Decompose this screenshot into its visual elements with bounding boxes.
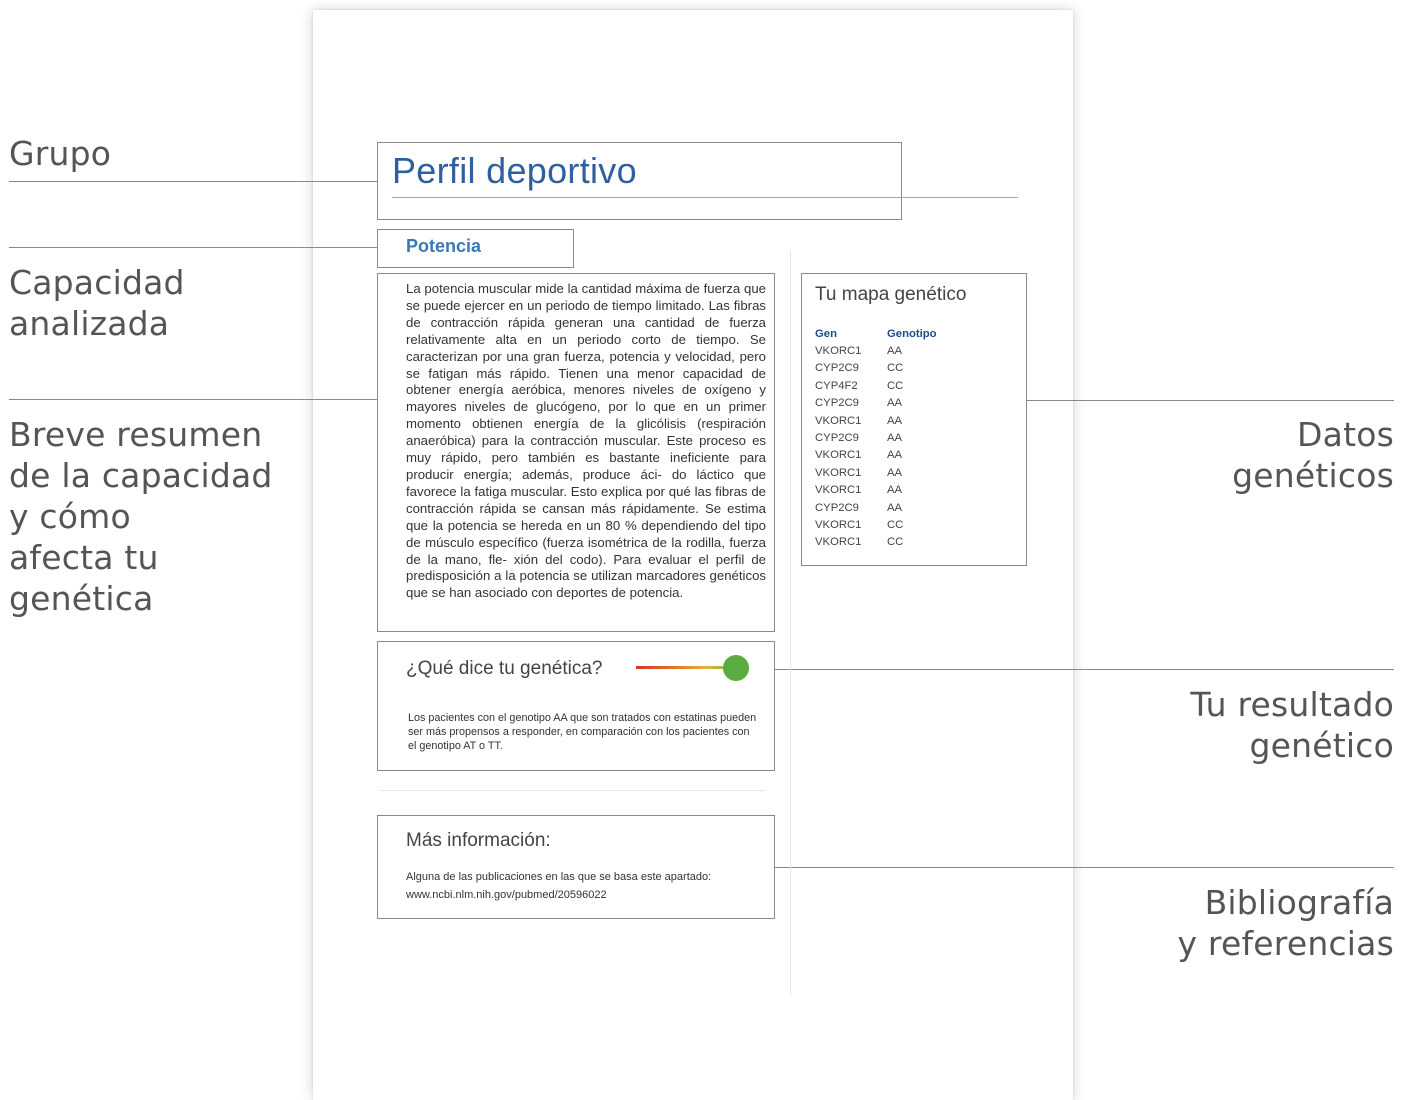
label-resumen-line: y cómo (9, 497, 131, 536)
gene-cell: CYP4F2 (815, 379, 858, 392)
gene-cell: VKORC1 (815, 484, 862, 497)
label-datos-line: Datos (1297, 415, 1394, 454)
result-title: ¿Qué dice tu genética? (406, 658, 603, 679)
table-header-gen: Gen (815, 327, 837, 340)
label-resumen-line: de la capacidad (9, 456, 273, 495)
connector-resumen (9, 399, 378, 400)
genotype-cell: CC (887, 518, 904, 531)
table-row: VKORC1 AA (815, 464, 937, 481)
table-row: VKORC1 AA (815, 342, 937, 359)
table-header-row: Gen Genotipo (815, 325, 937, 342)
table-row: CYP2C9 AA (815, 395, 937, 412)
result-text: Los pacientes con el genotipo AA que son… (408, 712, 757, 753)
gene-cell: VKORC1 (815, 449, 862, 462)
title-underline (392, 197, 1018, 198)
summary-text: La potencia muscular mide la cantidad má… (406, 281, 766, 601)
label-capacidad-line: Capacidad (9, 263, 185, 302)
section-divider (380, 790, 765, 791)
table-header-genotipo: Genotipo (887, 327, 937, 340)
gene-cell: CYP2C9 (815, 362, 859, 375)
gene-cell: VKORC1 (815, 345, 862, 358)
label-resumen-line: Breve resumen (9, 415, 263, 454)
label-resultado-line: Tu resultado (1190, 685, 1394, 724)
genotype-cell: CC (887, 536, 904, 549)
label-resultado-line: genético (1249, 726, 1394, 765)
gene-cell: VKORC1 (815, 536, 862, 549)
table-row: VKORC1 CC (815, 516, 937, 533)
label-bibliografia-line: Bibliografía (1204, 883, 1394, 922)
table-row: VKORC1 AA (815, 482, 937, 499)
label-resumen-line: genética (9, 579, 154, 618)
genotype-cell: AA (887, 449, 903, 462)
connector-datos (1026, 400, 1394, 401)
reference-link[interactable]: www.ncbi.nlm.nih.gov/pubmed/20596022 (406, 887, 766, 905)
page-title: Perfil deportivo (392, 150, 637, 191)
label-datos-line: genéticos (1232, 456, 1394, 495)
table-row: CYP4F2 CC (815, 377, 937, 394)
label-capacidad: Capacidad analizada (9, 262, 185, 344)
label-grupo: Grupo (9, 133, 111, 174)
genetic-map-table: Gen Genotipo VKORC1 AA CYP2C9 CC CYP4F2 CC … (815, 325, 937, 551)
connector-capacidad (9, 247, 378, 248)
gene-cell: CYP2C9 (815, 397, 859, 410)
more-info-body: Alguna de las publicaciones en las que s… (406, 869, 766, 904)
more-info-text: Alguna de las publicaciones en las que s… (406, 871, 712, 883)
label-resumen: Breve resumen de la capacidad y cómo afe… (9, 414, 273, 619)
table-row: VKORC1 AA (815, 412, 937, 429)
table-row: VKORC1 CC (815, 534, 937, 551)
label-grupo-text: Grupo (9, 134, 112, 173)
gene-cell: VKORC1 (815, 466, 862, 479)
label-resultado: Tu resultado genético (1190, 684, 1394, 766)
label-bibliografia: Bibliografía y referencias (1178, 882, 1394, 964)
gene-cell: VKORC1 (815, 518, 862, 531)
column-divider (790, 250, 791, 995)
genotype-cell: CC (887, 362, 904, 375)
genotype-cell: CC (887, 379, 904, 392)
table-row: VKORC1 AA (815, 447, 937, 464)
connector-bibliografia (775, 867, 1394, 868)
genotype-cell: AA (887, 397, 903, 410)
more-info-title: Más información: (406, 830, 551, 851)
table-row: CYP2C9 AA (815, 499, 937, 516)
gene-cell: VKORC1 (815, 414, 862, 427)
gene-cell: CYP2C9 (815, 501, 859, 514)
capacity-title: Potencia (406, 236, 482, 256)
result-gauge-track (636, 666, 736, 669)
table-row: CYP2C9 CC (815, 360, 937, 377)
connector-grupo (9, 181, 378, 182)
result-gauge-knob (723, 655, 749, 681)
connector-resultado (775, 669, 1394, 670)
label-datos: Datos genéticos (1232, 414, 1394, 496)
genotype-cell: AA (887, 414, 903, 427)
gene-cell: CYP2C9 (815, 432, 859, 445)
table-row: CYP2C9 AA (815, 429, 937, 446)
genotype-cell: AA (887, 432, 903, 445)
genotype-cell: AA (887, 345, 903, 358)
label-resumen-line: afecta tu (9, 538, 159, 577)
genotype-cell: AA (887, 501, 903, 514)
genotype-cell: AA (887, 484, 903, 497)
label-capacidad-line: analizada (9, 304, 170, 343)
genetic-map-title: Tu mapa genético (815, 284, 967, 305)
label-bibliografia-line: y referencias (1177, 924, 1394, 963)
genotype-cell: AA (887, 466, 903, 479)
